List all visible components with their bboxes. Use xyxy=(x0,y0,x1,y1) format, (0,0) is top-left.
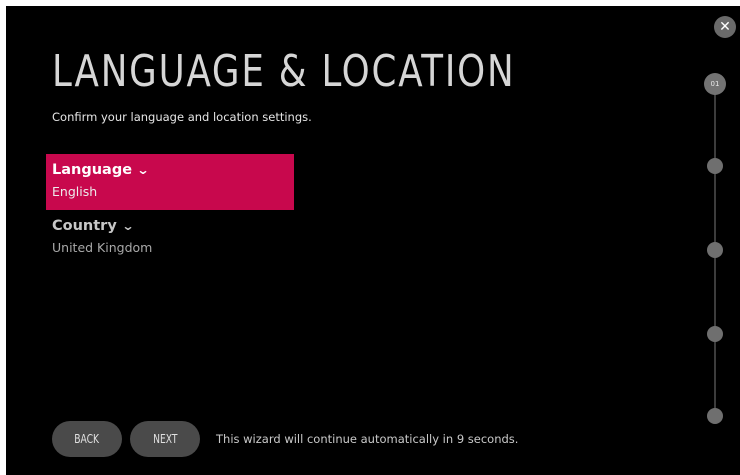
progress-step xyxy=(707,408,723,424)
close-icon[interactable]: ✕ xyxy=(714,16,736,38)
language-value: English xyxy=(52,184,98,199)
next-button[interactable]: NEXT xyxy=(130,421,200,457)
language-setting[interactable]: Language ⌄ English xyxy=(46,154,294,210)
chevron-down-icon: ⌄ xyxy=(136,163,150,177)
progress-step xyxy=(707,158,723,174)
back-button[interactable]: BACK xyxy=(52,421,122,457)
progress-step-current: 01 xyxy=(704,73,726,95)
language-label: Language xyxy=(52,162,133,178)
progress-step xyxy=(707,242,723,258)
page-subtitle: Confirm your language and location setti… xyxy=(52,110,312,124)
countdown-text: This wizard will continue automatically … xyxy=(216,432,519,446)
progress-step xyxy=(707,326,723,342)
country-value: United Kingdom xyxy=(52,240,153,255)
country-setting[interactable]: Country ⌄ United Kingdom xyxy=(46,210,294,266)
chevron-down-icon: ⌄ xyxy=(121,219,135,233)
page-title: LANGUAGE & LOCATION xyxy=(52,46,516,97)
setup-wizard-screen: LANGUAGE & LOCATION Confirm your languag… xyxy=(6,6,740,475)
country-label: Country xyxy=(52,218,117,234)
